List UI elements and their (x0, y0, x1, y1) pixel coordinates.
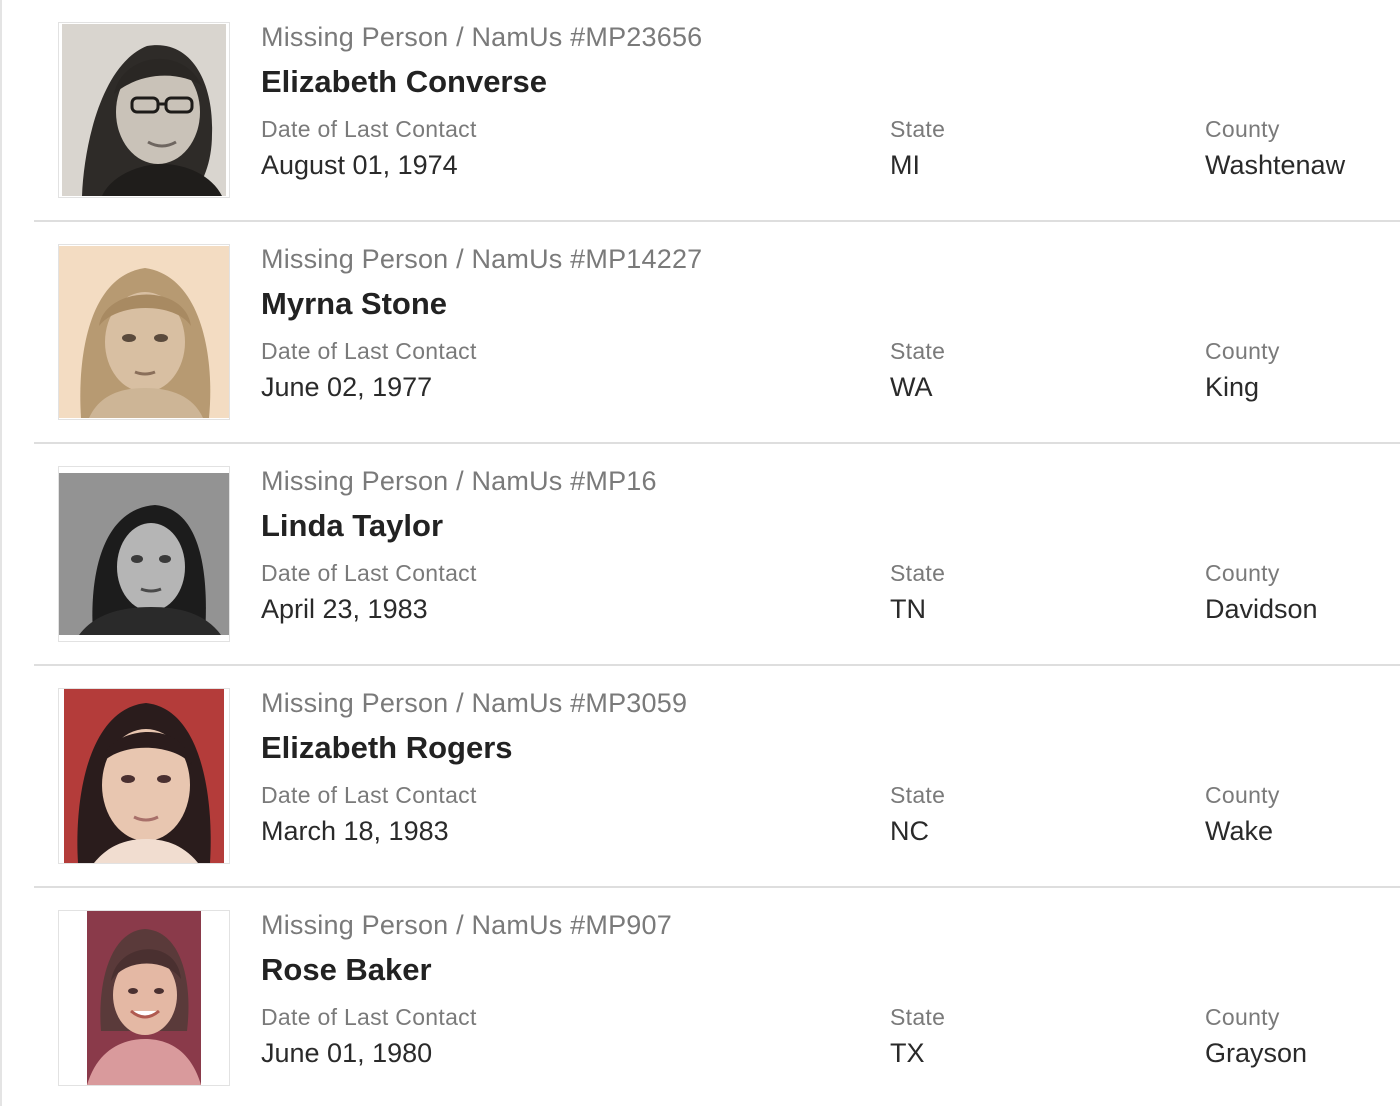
county-label: County (1205, 116, 1280, 142)
date-field: Date of Last Contact June 01, 1980 (261, 1004, 477, 1069)
case-row[interactable]: Missing Person / NamUs #MP14227 Myrna St… (34, 222, 1400, 444)
case-row[interactable]: Missing Person / NamUs #MP3059 Elizabeth… (34, 666, 1400, 888)
case-name[interactable]: Elizabeth Converse (261, 64, 547, 100)
date-field: Date of Last Contact August 01, 1974 (261, 116, 477, 181)
date-value: June 02, 1977 (261, 372, 433, 402)
date-value: June 01, 1980 (261, 1038, 433, 1068)
state-value: WA (890, 372, 933, 402)
date-field: Date of Last Contact March 18, 1983 (261, 782, 477, 847)
case-photo (59, 246, 229, 418)
page: Missing Person / NamUs #MP23656 Elizabet… (0, 0, 1400, 1106)
county-value: Wake (1205, 816, 1274, 846)
county-value: Grayson (1205, 1038, 1308, 1068)
state-label: State (890, 560, 946, 586)
state-label: State (890, 782, 946, 808)
case-caption: Missing Person / NamUs #MP907 (261, 910, 672, 940)
case-name[interactable]: Linda Taylor (261, 508, 443, 544)
date-label: Date of Last Contact (261, 782, 477, 808)
case-row[interactable]: Missing Person / NamUs #MP23656 Elizabet… (34, 0, 1400, 222)
county-label: County (1205, 782, 1280, 808)
date-label: Date of Last Contact (261, 338, 477, 364)
case-photo-frame[interactable] (58, 910, 230, 1086)
case-row[interactable]: Missing Person / NamUs #MP16 Linda Taylo… (34, 444, 1400, 666)
county-label: County (1205, 1004, 1280, 1030)
date-label: Date of Last Contact (261, 560, 477, 586)
case-row[interactable]: Missing Person / NamUs #MP907 Rose Baker… (34, 888, 1400, 1106)
case-caption: Missing Person / NamUs #MP3059 (261, 688, 688, 718)
case-name[interactable]: Elizabeth Rogers (261, 730, 513, 766)
case-caption: Missing Person / NamUs #MP14227 (261, 244, 703, 274)
date-field: Date of Last Contact June 02, 1977 (261, 338, 477, 403)
case-caption: Missing Person / NamUs #MP23656 (261, 22, 703, 52)
state-value: MI (890, 150, 920, 180)
case-name[interactable]: Rose Baker (261, 952, 432, 988)
county-field: County Grayson (1205, 1004, 1307, 1069)
case-photo-frame[interactable] (58, 244, 230, 420)
case-photo-frame[interactable] (58, 466, 230, 642)
county-field: County Washtenaw (1205, 116, 1345, 181)
state-label: State (890, 338, 946, 364)
date-label: Date of Last Contact (261, 116, 477, 142)
case-name[interactable]: Myrna Stone (261, 286, 447, 322)
case-photo-frame[interactable] (58, 688, 230, 864)
state-label: State (890, 116, 946, 142)
state-label: State (890, 1004, 946, 1030)
county-field: County Wake (1205, 782, 1280, 847)
date-value: August 01, 1974 (261, 150, 458, 180)
date-value: March 18, 1983 (261, 816, 449, 846)
state-field: State TN (890, 560, 945, 625)
case-photo-frame[interactable] (58, 22, 230, 198)
state-field: State TX (890, 1004, 945, 1069)
county-value: Davidson (1205, 594, 1318, 624)
case-photo (87, 911, 201, 1085)
state-value: TN (890, 594, 926, 624)
results-list: Missing Person / NamUs #MP23656 Elizabet… (34, 0, 1400, 1106)
county-field: County Davidson (1205, 560, 1318, 625)
county-value: King (1205, 372, 1260, 402)
state-field: State NC (890, 782, 945, 847)
case-photo (64, 689, 224, 863)
county-label: County (1205, 560, 1280, 586)
state-field: State WA (890, 338, 945, 403)
county-field: County King (1205, 338, 1280, 403)
state-value: NC (890, 816, 929, 846)
county-label: County (1205, 338, 1280, 364)
case-caption: Missing Person / NamUs #MP16 (261, 466, 657, 496)
county-value: Washtenaw (1205, 150, 1346, 180)
date-field: Date of Last Contact April 23, 1983 (261, 560, 477, 625)
state-field: State MI (890, 116, 945, 181)
case-photo (62, 24, 226, 196)
state-value: TX (890, 1038, 925, 1068)
date-label: Date of Last Contact (261, 1004, 477, 1030)
case-photo (59, 473, 229, 635)
date-value: April 23, 1983 (261, 594, 428, 624)
